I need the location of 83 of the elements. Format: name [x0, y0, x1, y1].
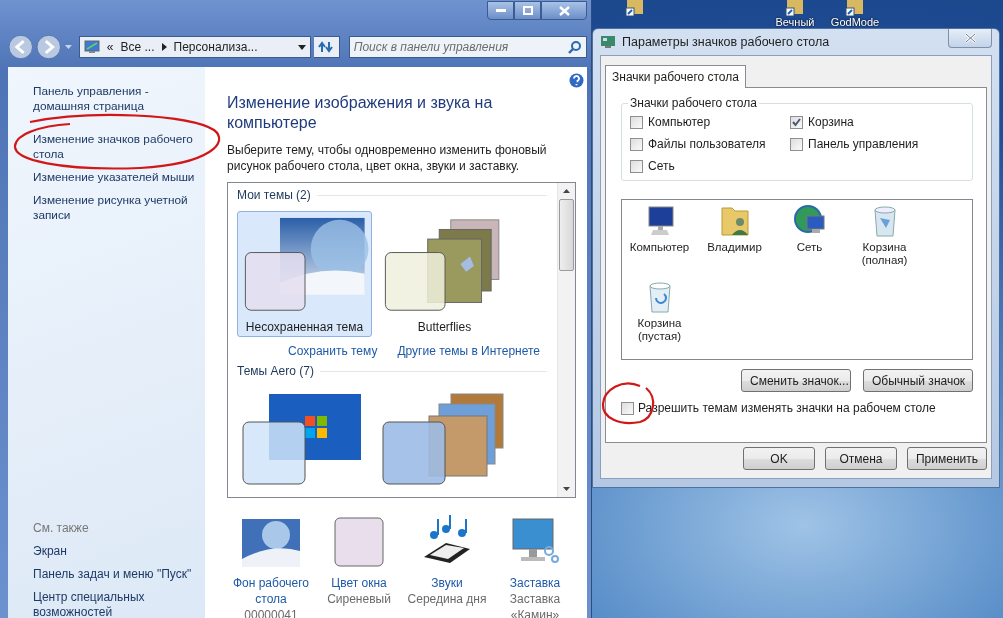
scrollbar[interactable]	[557, 183, 575, 497]
link[interactable]: Другие темы в Интернете	[397, 344, 540, 358]
address-bar[interactable]: « Все ... Персонализа...	[78, 36, 312, 58]
button[interactable]: Обычный значок	[863, 369, 973, 392]
close-button[interactable]	[948, 29, 992, 48]
setting-value: Середина дня	[407, 591, 487, 607]
page-heading: Изменение изображения и звука на компьютере	[227, 93, 494, 133]
close-icon	[964, 33, 976, 43]
back-button[interactable]	[8, 34, 34, 60]
link[interactable]: Сохранить тему	[288, 344, 378, 358]
see-also-heading: См. также	[33, 521, 90, 535]
breadcrumb[interactable]: Все ...	[120, 40, 155, 54]
wallpaper-thumbnail[interactable]	[242, 519, 300, 567]
window-color-swatch[interactable]	[334, 517, 384, 567]
sidebar-link[interactable]: Панель управления - домашняя страница	[33, 84, 205, 114]
checkbox[interactable]	[630, 137, 643, 151]
scroll-up-arrow-icon[interactable]	[563, 189, 570, 193]
maximize-button[interactable]	[514, 1, 541, 20]
forward-button[interactable]	[36, 34, 62, 60]
caret-icon[interactable]	[64, 45, 72, 49]
desktop-icon-label[interactable]: Вечный	[775, 16, 815, 28]
chevron-icon[interactable]	[161, 43, 167, 51]
setting-link[interactable]: Цвет окна	[331, 575, 387, 591]
setting-link[interactable]: Заставка	[509, 575, 561, 591]
dropdown-caret-icon[interactable]	[298, 44, 307, 50]
checkbox[interactable]	[790, 115, 803, 129]
checkbox[interactable]	[621, 401, 634, 415]
sidebar-link[interactable]: Центр специальных возможностей	[33, 590, 205, 618]
desktop-icon-label[interactable]: GodMode	[830, 16, 880, 28]
checkbox-label[interactable]: Корзина	[808, 115, 854, 129]
checkbox-label[interactable]: Панель управления	[808, 137, 919, 151]
group-heading: Мои темы (2)	[237, 188, 311, 202]
sidebar-link[interactable]: Изменение рисунка учетной записи	[33, 193, 205, 223]
theme-tile[interactable]: Butterflies	[377, 211, 512, 337]
checkbox[interactable]	[630, 115, 643, 129]
checkbox-label[interactable]: Сеть	[648, 159, 675, 173]
shortcut-icon[interactable]	[785, 0, 805, 16]
refresh-icon	[318, 40, 335, 54]
help-icon[interactable]	[569, 73, 584, 88]
search-icon[interactable]	[568, 40, 582, 54]
icon-label[interactable]: Сеть	[796, 241, 823, 254]
button[interactable]: OK	[743, 447, 815, 470]
scrollbar-thumb[interactable]	[559, 199, 574, 271]
sidebar-link[interactable]: Изменение указателей мыши	[33, 170, 205, 185]
page-description: Выберите тему, чтобы одновременно изменить фоновый рисунок рабочего стола, цвет окна, звуки и заставку.	[227, 142, 548, 174]
checkbox[interactable]	[790, 137, 803, 151]
icon-label[interactable]: Компьютер	[629, 241, 690, 254]
minimize-icon	[495, 8, 506, 13]
tab[interactable]: Значки рабочего стола	[605, 65, 746, 88]
checkbox[interactable]	[630, 159, 643, 173]
breadcrumb[interactable]: Персонализа...	[173, 40, 258, 54]
close-icon	[558, 5, 570, 16]
checkbox-label[interactable]: Файлы пользователя	[648, 137, 766, 151]
setting-value: Сиреневый	[327, 591, 391, 607]
maximize-icon	[522, 6, 533, 15]
button[interactable]: Сменить значок...	[741, 369, 851, 392]
sidebar-link[interactable]: Экран	[33, 544, 205, 559]
group-heading: Темы Aero (7)	[237, 364, 314, 378]
button[interactable]: Применить	[907, 447, 987, 470]
close-button[interactable]	[541, 1, 587, 20]
sidebar-link[interactable]: Панель задач и меню "Пуск"	[33, 567, 205, 582]
sidebar-link[interactable]: Изменение значков рабочего стола	[33, 132, 205, 162]
theme-name[interactable]: Несохраненная тема	[245, 320, 364, 334]
button[interactable]: Отмена	[825, 447, 897, 470]
group-title: Значки рабочего стола	[629, 96, 758, 110]
setting-link[interactable]: Фон рабочего стола	[227, 575, 315, 607]
checkbox-label[interactable]: Компьютер	[648, 115, 711, 129]
control-panel-icon	[83, 40, 100, 54]
icon-label[interactable]: Корзина (полная)	[847, 241, 922, 267]
theme-name[interactable]: Butterflies	[417, 320, 472, 334]
shortcut-icon[interactable]	[625, 0, 645, 16]
search-field[interactable]: Поиск в панели управления	[348, 36, 587, 58]
shortcut-icon[interactable]	[845, 0, 865, 16]
desktop-icon	[600, 35, 616, 49]
setting-link[interactable]: Звуки	[431, 575, 463, 591]
window-title: Параметры значков рабочего стола	[622, 35, 830, 49]
icon-label[interactable]: Корзина (пустая)	[622, 317, 697, 343]
theme-tile[interactable]: Несохраненная тема	[237, 211, 372, 337]
scroll-down-arrow-icon[interactable]	[563, 487, 570, 491]
refresh-button[interactable]	[314, 36, 340, 58]
breadcrumb-overflow[interactable]: «	[106, 40, 114, 54]
icon-label[interactable]: Владимир	[707, 241, 762, 254]
minimize-button[interactable]	[487, 1, 514, 20]
